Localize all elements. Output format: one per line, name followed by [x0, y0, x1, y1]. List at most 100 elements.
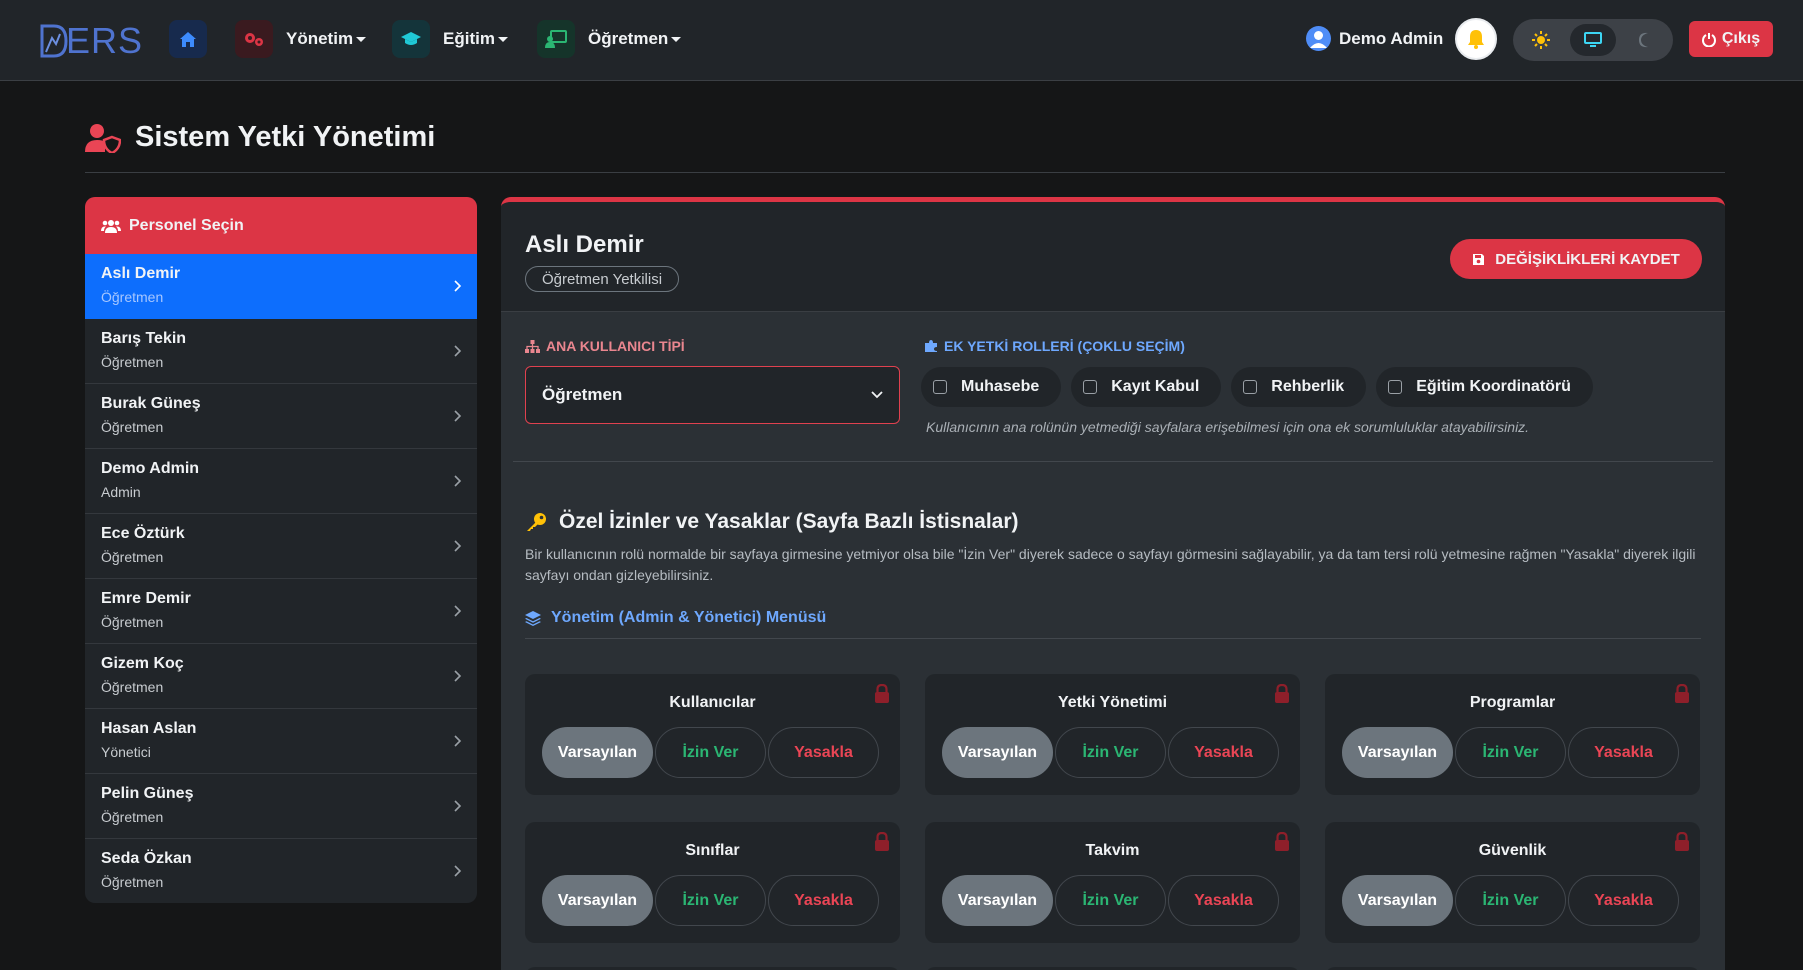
staff-role: Öğretmen: [101, 354, 164, 370]
page-permission-title: Yetki Yönetimi: [1057, 694, 1168, 711]
permission-deny-button[interactable]: Yasakla: [1168, 727, 1279, 778]
moon-icon: [1639, 32, 1648, 48]
chevron-down-icon: [871, 391, 883, 399]
staff-list-item[interactable]: Burak Güneş Öğretmen: [85, 384, 477, 449]
permission-allow-button[interactable]: İzin Ver: [1055, 727, 1166, 778]
staff-name: Emre Demir: [101, 590, 191, 607]
extra-role-label: Rehberlik: [1271, 378, 1345, 395]
staff-list-item[interactable]: Emre Demir Öğretmen: [85, 579, 477, 644]
page-title-text: Sistem Yetki Yönetimi: [135, 121, 436, 153]
user-menu[interactable]: Demo Admin: [1306, 26, 1443, 51]
lock-icon: [875, 684, 889, 703]
page-permission-title: Kullanıcılar: [669, 694, 756, 711]
notifications-button[interactable]: [1455, 18, 1497, 60]
permission-default-button[interactable]: Varsayılan: [942, 875, 1053, 926]
page-permission-card: Kullanıcılar Varsayılan İzin Ver Yasakla: [525, 674, 900, 795]
main-role-label-text: ANA KULLANICI TİPİ: [546, 338, 685, 354]
page-permission-title: Güvenlik: [1478, 842, 1547, 859]
special-permissions-title-text: Özel İzinler ve Yasaklar (Sayfa Bazlı İs…: [559, 510, 1019, 533]
staff-role: Öğretmen: [101, 874, 164, 890]
permission-deny-button[interactable]: Yasakla: [1568, 727, 1679, 778]
extra-roles-label-text: EK YETKİ ROLLERİ (ÇOKLU SEÇİM): [944, 338, 1185, 354]
permission-allow-button[interactable]: İzin Ver: [1455, 727, 1566, 778]
permission-default-button[interactable]: Varsayılan: [942, 727, 1053, 778]
selected-staff-name: Aslı Demir: [525, 231, 644, 258]
staff-list-item[interactable]: Ece Öztürk Öğretmen: [85, 514, 477, 579]
permission-default-button[interactable]: Varsayılan: [542, 875, 653, 926]
chevron-right-icon: [454, 410, 462, 422]
permission-allow-button[interactable]: İzin Ver: [655, 875, 766, 926]
permission-deny-button[interactable]: Yasakla: [1168, 875, 1279, 926]
extra-role-egitim-koordinatoru[interactable]: Eğitim Koordinatörü: [1376, 367, 1593, 407]
sun-icon: [1532, 31, 1550, 49]
save-changes-button[interactable]: DEĞİŞİKLİKLERİ KAYDET: [1450, 239, 1702, 279]
gears-icon: [235, 20, 273, 58]
chevron-down-icon: [671, 36, 682, 42]
staff-list-item[interactable]: Aslı Demir Öğretmen: [85, 254, 477, 319]
permission-toggle-group: Varsayılan İzin Ver Yasakla: [1342, 875, 1679, 926]
logout-button[interactable]: Çıkış: [1689, 21, 1773, 57]
chevron-right-icon: [454, 670, 462, 682]
lock-icon: [1675, 684, 1689, 703]
chevron-right-icon: [454, 800, 462, 812]
chevron-right-icon: [454, 605, 462, 617]
staff-name: Seda Özkan: [101, 850, 192, 867]
chalkboard-teacher-icon: [537, 20, 575, 58]
staff-panel-header: Personel Seçin: [85, 197, 477, 254]
checkbox-icon: [1388, 380, 1403, 394]
permission-deny-button[interactable]: Yasakla: [768, 875, 879, 926]
monitor-icon: [1584, 32, 1602, 47]
permission-default-button[interactable]: Varsayılan: [1342, 727, 1453, 778]
staff-name: Burak Güneş: [101, 395, 201, 412]
extra-role-kayit-kabul[interactable]: Kayıt Kabul: [1071, 367, 1222, 407]
staff-list: Aslı Demir Öğretmen Barış Tekin Öğretmen Bur…: [85, 254, 477, 903]
home-icon: [169, 20, 207, 58]
user-avatar-icon: [1306, 26, 1331, 51]
permission-default-button[interactable]: Varsayılan: [542, 727, 653, 778]
extra-roles-hint: Kullanıcının ana rolünün yetmediği sayfa…: [926, 419, 1530, 435]
staff-list-item[interactable]: Gizem Koç Öğretmen: [85, 644, 477, 709]
lock-icon: [875, 832, 889, 851]
main-role-label: ANA KULLANICI TİPİ: [525, 338, 685, 354]
permission-default-button[interactable]: Varsayılan: [1342, 875, 1453, 926]
theme-dark-button[interactable]: [1622, 24, 1668, 56]
extra-role-label: Kayıt Kabul: [1111, 378, 1200, 395]
chevron-right-icon: [454, 475, 462, 487]
permission-allow-button[interactable]: İzin Ver: [1055, 875, 1166, 926]
page-permission-title: Takvim: [1085, 842, 1140, 859]
permission-deny-button[interactable]: Yasakla: [1568, 875, 1679, 926]
graduation-cap-icon: [392, 20, 430, 58]
page-permission-title: Programlar: [1469, 694, 1556, 711]
permission-allow-button[interactable]: İzin Ver: [1455, 875, 1566, 926]
permission-toggle-group: Varsayılan İzin Ver Yasakla: [942, 875, 1279, 926]
staff-list-item[interactable]: Demo Admin Admin: [85, 449, 477, 514]
bell-icon: [1468, 30, 1484, 49]
page-permission-card: Programlar Varsayılan İzin Ver Yasakla: [1325, 674, 1700, 795]
theme-light-button[interactable]: [1518, 24, 1564, 56]
permission-deny-button[interactable]: Yasakla: [768, 727, 879, 778]
extra-role-muhasebe[interactable]: Muhasebe: [921, 367, 1062, 407]
extra-role-rehberlik[interactable]: Rehberlik: [1231, 367, 1367, 407]
theme-system-button[interactable]: [1570, 24, 1616, 56]
page-permission-card: Yetki Yönetimi Varsayılan İzin Ver Yasakla: [925, 674, 1300, 795]
staff-list-item[interactable]: Barış Tekin Öğretmen: [85, 319, 477, 384]
permission-allow-button[interactable]: İzin Ver: [655, 727, 766, 778]
main-role-select[interactable]: Öğretmen: [525, 366, 900, 424]
nav-menu-yonetim[interactable]: Yönetim: [235, 20, 367, 58]
checkbox-icon: [1243, 380, 1258, 394]
nav-menu-yonetim-label: Yönetim: [286, 29, 354, 48]
staff-name: Ece Öztürk: [101, 525, 185, 542]
user-shield-icon: [85, 123, 121, 153]
nav-menu-egitim[interactable]: Eğitim: [392, 20, 508, 58]
extra-roles-group: Muhasebe Kayıt Kabul Rehberlik Eğitim Ko…: [921, 367, 1593, 407]
staff-list-item[interactable]: Seda Özkan Öğretmen: [85, 839, 477, 903]
staff-role: Öğretmen: [101, 289, 164, 305]
staff-list-item[interactable]: Hasan Aslan Yönetici: [85, 709, 477, 774]
nav-menu-ogretmen[interactable]: Öğretmen: [537, 20, 682, 58]
nav-home[interactable]: [169, 20, 207, 58]
lock-icon: [1275, 832, 1289, 851]
extra-role-label: Muhasebe: [961, 378, 1040, 395]
staff-list-item[interactable]: Pelin Güneş Öğretmen: [85, 774, 477, 839]
save-icon: [1473, 253, 1485, 265]
app-logo[interactable]: ERS: [40, 20, 143, 62]
